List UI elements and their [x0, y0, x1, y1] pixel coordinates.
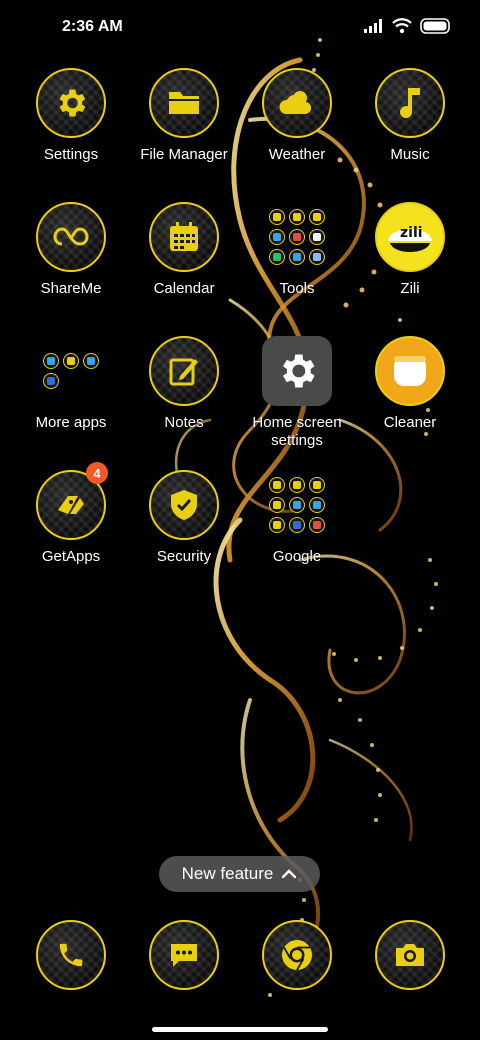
app-label: Notes — [164, 414, 204, 431]
mini-app-icon — [289, 209, 305, 225]
cleaner-icon — [375, 336, 445, 406]
status-bar: 2:36 AM — [0, 0, 480, 56]
cloud-sun-icon — [262, 68, 332, 138]
app-label: File Manager — [140, 146, 228, 163]
app-calendar[interactable]: Calendar — [128, 202, 240, 298]
mini-app-icon — [309, 517, 325, 533]
mini-app-icon — [63, 353, 79, 369]
camera-icon — [375, 920, 445, 990]
mini-app-icon — [309, 497, 325, 513]
message-icon — [149, 920, 219, 990]
gear-icon — [36, 68, 106, 138]
app-label: Weather — [268, 146, 326, 163]
mini-app-icon — [309, 229, 325, 245]
app-label: GetApps — [41, 548, 101, 565]
shopping-bag-icon: 4 — [36, 462, 108, 540]
mini-app-icon — [43, 373, 59, 389]
dock-chrome[interactable] — [241, 920, 353, 990]
mini-app-icon — [289, 477, 305, 493]
folder-more-apps[interactable]: More apps — [15, 336, 127, 432]
chrome-icon — [262, 920, 332, 990]
app-file-manager[interactable]: File Manager — [128, 68, 240, 164]
folder-grid-icon — [36, 336, 106, 406]
phone-icon — [36, 920, 106, 990]
signal-icon — [364, 19, 382, 33]
app-notes[interactable]: Notes — [128, 336, 240, 432]
dock-camera[interactable] — [354, 920, 466, 990]
app-label: Home screen settings — [252, 414, 342, 449]
mini-app-icon — [269, 517, 285, 533]
app-label: Zili — [400, 280, 420, 297]
mini-app-icon — [289, 229, 305, 245]
dock-messages[interactable] — [128, 920, 240, 990]
music-note-icon — [375, 68, 445, 138]
mini-app-icon — [83, 353, 99, 369]
folder-grid-icon — [262, 470, 332, 540]
dock-phone[interactable] — [15, 920, 127, 990]
mini-app-icon — [309, 209, 325, 225]
folder-grid-icon — [262, 202, 332, 272]
folder-icon — [149, 68, 219, 138]
app-label: Music — [390, 146, 430, 163]
app-label: Tools — [279, 280, 315, 297]
new-feature-label: New feature — [181, 864, 274, 883]
mini-app-icon — [289, 517, 305, 533]
mini-app-icon — [43, 353, 59, 369]
new-feature-button[interactable]: New feature — [159, 856, 320, 892]
wifi-icon — [392, 18, 412, 34]
app-security[interactable]: Security — [128, 470, 240, 566]
app-home-screen-settings[interactable]: Home screen settings — [241, 336, 353, 450]
folder-google[interactable]: Google — [241, 470, 353, 566]
app-shareme[interactable]: ShareMe — [15, 202, 127, 298]
svg-text:zili: zili — [400, 225, 423, 241]
app-label: Cleaner — [383, 414, 437, 431]
mini-app-icon — [269, 477, 285, 493]
notification-badge: 4 — [86, 462, 108, 484]
chevron-up-icon — [282, 869, 297, 879]
app-label: More apps — [35, 414, 107, 431]
mini-app-icon — [289, 249, 305, 265]
status-time: 2:36 AM — [62, 18, 123, 35]
app-weather[interactable]: Weather — [241, 68, 353, 164]
app-zili[interactable]: zili Zili — [354, 202, 466, 298]
app-getapps[interactable]: 4 GetApps — [15, 462, 127, 566]
app-music[interactable]: Music — [354, 68, 466, 164]
mini-app-icon — [269, 229, 285, 245]
mini-app-icon — [309, 249, 325, 265]
home-indicator[interactable] — [152, 1027, 328, 1032]
app-label: Calendar — [153, 280, 215, 297]
zili-icon: zili — [375, 202, 445, 272]
app-label: Security — [156, 548, 212, 565]
mini-app-icon — [269, 497, 285, 513]
battery-icon — [420, 18, 450, 34]
folder-tools[interactable]: Tools — [241, 202, 353, 298]
shield-check-icon — [149, 470, 219, 540]
app-label: ShareMe — [40, 280, 102, 297]
app-cleaner[interactable]: Cleaner — [354, 336, 466, 432]
app-settings[interactable]: Settings — [15, 68, 127, 164]
mini-app-icon — [269, 209, 285, 225]
app-label: Google — [272, 548, 322, 565]
app-label: Settings — [43, 146, 99, 163]
mini-app-icon — [289, 497, 305, 513]
mini-app-icon — [269, 249, 285, 265]
pencil-note-icon — [149, 336, 219, 406]
calendar-icon — [149, 202, 219, 272]
gear-icon — [262, 336, 332, 406]
mini-app-icon — [309, 477, 325, 493]
infinity-icon — [36, 202, 106, 272]
